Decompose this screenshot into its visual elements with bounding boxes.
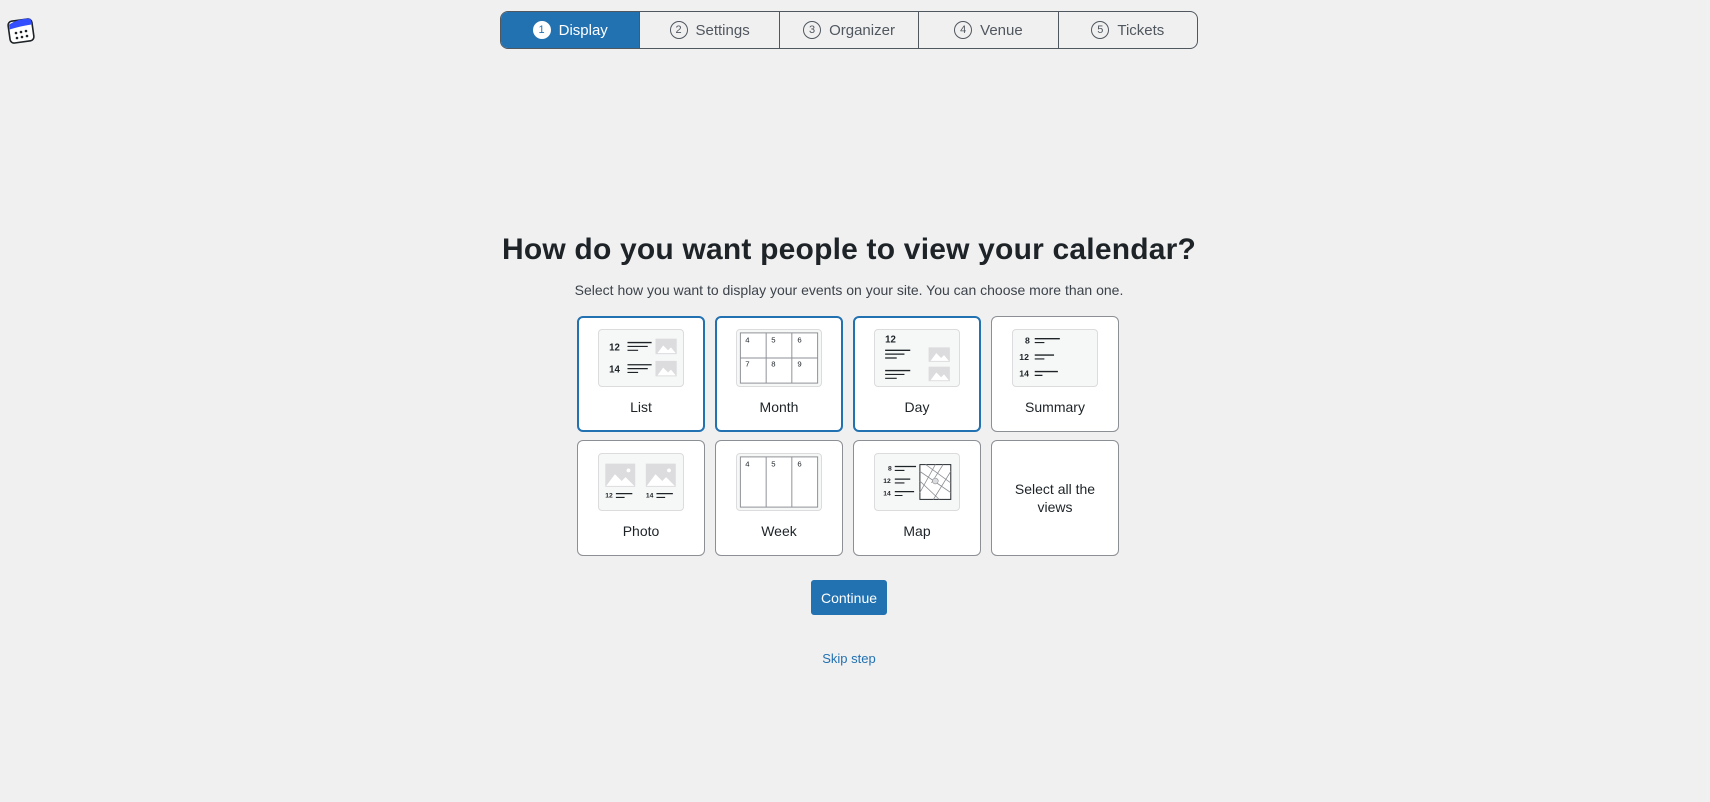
thumb-text: 6 xyxy=(797,460,801,469)
step-venue[interactable]: 4 Venue xyxy=(919,12,1059,48)
step-tickets[interactable]: 5 Tickets xyxy=(1059,12,1197,48)
thumb-text: 9 xyxy=(797,360,801,369)
view-option-label: Day xyxy=(904,399,930,415)
view-options-grid: 12 14 List 4 5 6 7 8 9 Month 12 Day 8 12… xyxy=(577,316,1119,556)
list-view-icon: 12 14 xyxy=(598,329,684,387)
step-label: Tickets xyxy=(1117,21,1165,39)
thumb-text: 12 xyxy=(605,492,613,499)
week-view-icon: 4 5 6 xyxy=(736,453,822,511)
skip-step-link[interactable]: Skip step xyxy=(822,651,875,666)
view-option-day[interactable]: 12 Day xyxy=(853,316,981,432)
photo-view-icon: 12 14 xyxy=(598,453,684,511)
step-organizer[interactable]: 3 Organizer xyxy=(780,12,920,48)
thumb-text: 14 xyxy=(1019,368,1029,378)
thumb-text: 4 xyxy=(745,336,750,345)
view-option-label: List xyxy=(630,399,652,415)
thumb-text: 12 xyxy=(885,335,896,346)
calendar-logo-icon[interactable] xyxy=(6,14,38,46)
thumb-text: 8 xyxy=(1025,336,1030,346)
thumb-text: 4 xyxy=(745,460,750,469)
view-option-week[interactable]: 4 5 6 Week xyxy=(715,440,843,556)
view-option-list[interactable]: 12 14 List xyxy=(577,316,705,432)
step-number: 1 xyxy=(532,21,551,39)
thumb-text: 12 xyxy=(883,478,891,485)
view-option-month[interactable]: 4 5 6 7 8 9 Month xyxy=(715,316,843,432)
map-view-icon: 8 12 14 xyxy=(874,453,960,511)
step-number: 5 xyxy=(1091,21,1110,39)
view-option-label: Summary xyxy=(1025,399,1085,415)
thumb-text: 6 xyxy=(797,336,801,345)
step-number: 3 xyxy=(803,21,822,39)
view-option-label: Select all the views xyxy=(1014,481,1096,515)
step-number: 4 xyxy=(954,21,973,39)
thumb-text: 14 xyxy=(883,491,891,498)
step-number: 2 xyxy=(669,21,688,39)
setup-stepper: 1 Display 2 Settings 3 Organizer 4 Venue… xyxy=(500,11,1198,49)
step-label: Venue xyxy=(980,21,1023,39)
view-option-photo[interactable]: 12 14 Photo xyxy=(577,440,705,556)
view-option-label: Map xyxy=(903,523,931,539)
month-view-icon: 4 5 6 7 8 9 xyxy=(736,329,822,387)
day-view-icon: 12 xyxy=(874,329,960,387)
view-option-map[interactable]: 8 12 14 Map xyxy=(853,440,981,556)
step-label: Organizer xyxy=(829,21,895,39)
view-option-label: Month xyxy=(759,399,799,415)
page-subtitle: Select how you want to display your even… xyxy=(574,282,1124,298)
view-option-label: Week xyxy=(761,523,797,539)
page-title: How do you want people to view your cale… xyxy=(501,233,1197,266)
step-settings[interactable]: 2 Settings xyxy=(640,12,780,48)
view-option-label: Photo xyxy=(622,523,660,539)
select-all-views-option[interactable]: Select all the views xyxy=(991,440,1119,556)
thumb-text: 8 xyxy=(771,360,775,369)
thumb-text: 5 xyxy=(771,336,775,345)
thumb-text: 14 xyxy=(646,492,654,499)
skip-step-container: Skip step xyxy=(0,651,1698,666)
thumb-text: 12 xyxy=(609,342,620,353)
thumb-text: 12 xyxy=(1019,352,1029,362)
thumb-text: 8 xyxy=(888,465,892,472)
thumb-text: 7 xyxy=(745,360,749,369)
thumb-text: 5 xyxy=(771,460,775,469)
step-display[interactable]: 1 Display xyxy=(501,12,641,48)
thumb-text: 14 xyxy=(609,364,620,375)
view-option-summary[interactable]: 8 12 14 Summary xyxy=(991,316,1119,432)
summary-view-icon: 8 12 14 xyxy=(1012,329,1098,387)
step-label: Settings xyxy=(695,21,750,39)
step-label: Display xyxy=(558,21,608,39)
continue-button[interactable]: Continue xyxy=(811,580,887,615)
